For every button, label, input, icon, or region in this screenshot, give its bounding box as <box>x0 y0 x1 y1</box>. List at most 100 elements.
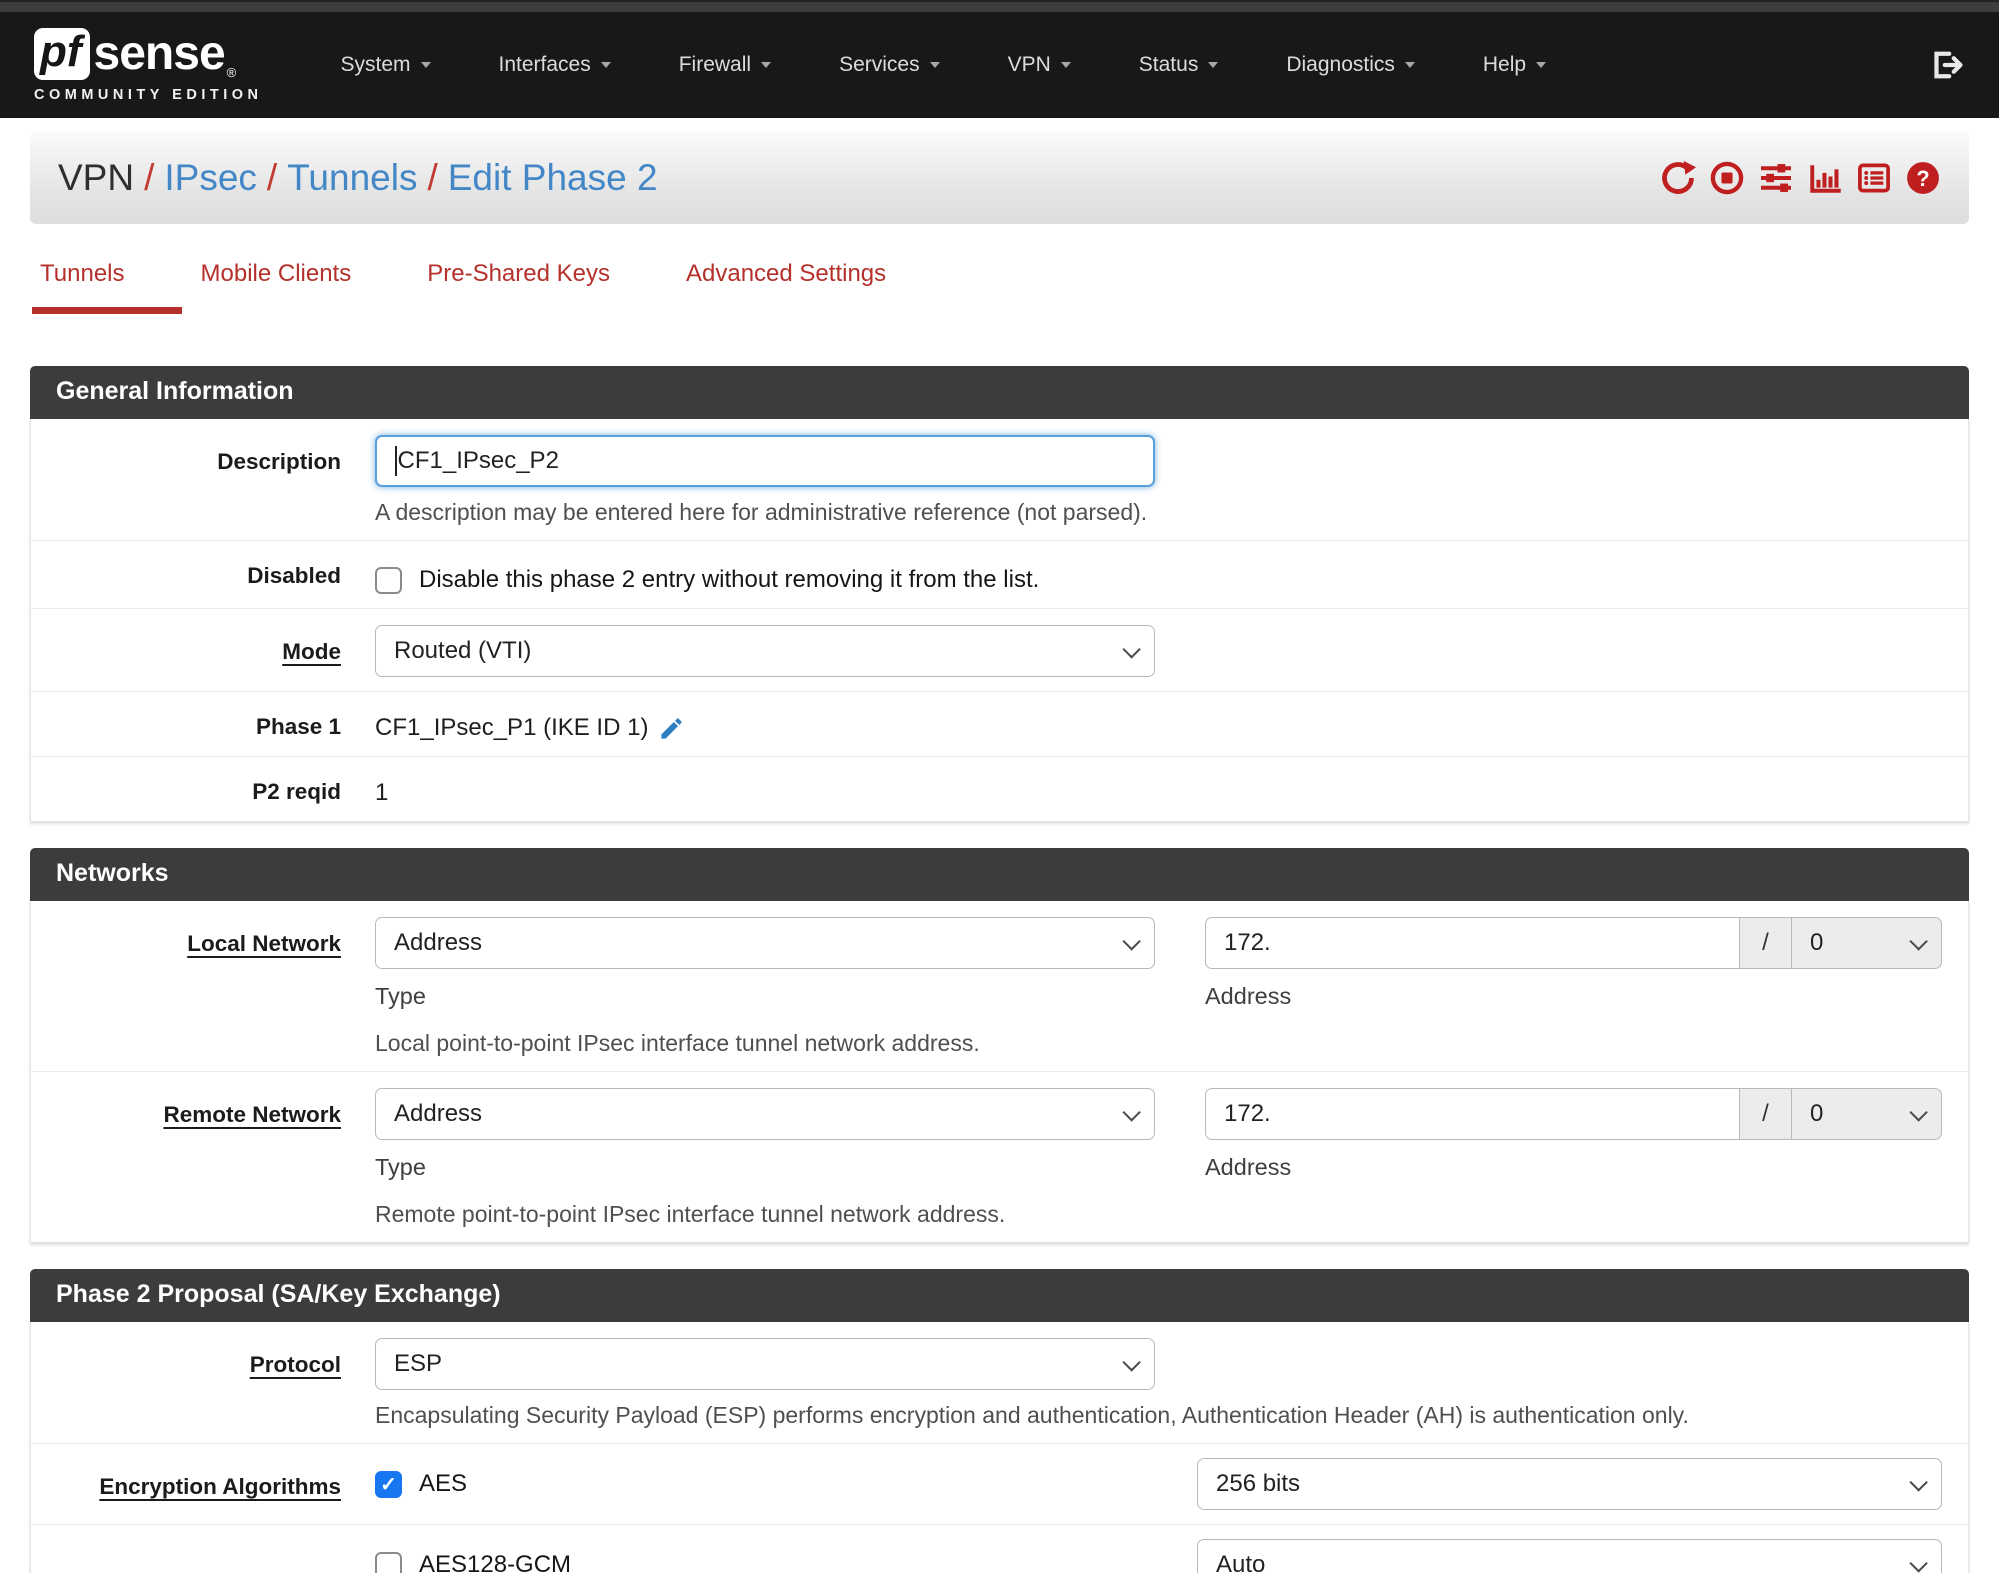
pfsense-logo-sense: sense <box>93 26 226 80</box>
mode-select[interactable]: Routed (VTI) <box>375 625 1155 677</box>
menu-item-diagnostics[interactable]: Diagnostics <box>1286 53 1415 77</box>
pfsense-logo-reg: ® <box>226 64 237 80</box>
disabled-checkbox-label: Disable this phase 2 entry without remov… <box>419 566 1040 593</box>
local-type-caption: Type <box>375 983 426 1009</box>
chevron-down-icon <box>1909 931 1928 951</box>
row-phase1: Phase 1 CF1_IPsec_P1 (IKE ID 1) <box>31 692 1968 757</box>
main-menu: System Interfaces Firewall Services VPN … <box>340 53 1547 77</box>
chevron-down-icon <box>600 62 611 68</box>
breadcrumb-root: VPN <box>58 157 135 198</box>
local-address-caption: Address <box>1205 983 1292 1009</box>
chevron-down-icon <box>1909 1472 1928 1492</box>
aes128gcm-checkbox[interactable] <box>375 1551 402 1573</box>
encryption-algorithms-label: Encryption Algorithms <box>99 1474 341 1499</box>
breadcrumb-bar: VPN / IPsec / Tunnels / Edit Phase 2 ? <box>30 132 1969 224</box>
pfsense-logo-row: pf sense ® <box>34 26 262 80</box>
menu-item-firewall[interactable]: Firewall <box>679 53 772 77</box>
list-icon[interactable] <box>1856 160 1892 196</box>
slash-addon: / <box>1740 917 1792 969</box>
breadcrumb: VPN / IPsec / Tunnels / Edit Phase 2 <box>58 157 658 198</box>
aes-checkbox[interactable] <box>375 1470 402 1498</box>
chevron-down-icon <box>1122 1102 1141 1122</box>
panel-title: General Information <box>30 366 1969 419</box>
row-remote-network: Remote Network Address Type 172. / 0 Add… <box>31 1072 1968 1242</box>
chevron-down-icon <box>929 62 940 68</box>
tab-pre-shared-keys[interactable]: Pre-Shared Keys <box>427 260 610 314</box>
phase1-value: CF1_IPsec_P1 (IKE ID 1) <box>375 714 649 741</box>
chevron-down-icon <box>1122 1352 1141 1372</box>
menu-item-vpn[interactable]: VPN <box>1008 53 1071 77</box>
bar-chart-icon[interactable] <box>1807 160 1843 196</box>
description-help: A description may be entered here for ad… <box>375 499 1148 525</box>
protocol-label: Protocol <box>249 1352 341 1377</box>
remote-mask-select[interactable]: 0 <box>1792 1088 1942 1140</box>
pfsense-logo-edition: COMMUNITY EDITION <box>34 86 263 103</box>
description-label: Description <box>217 449 341 474</box>
row-disabled: Disabled Disable this phase 2 entry with… <box>31 541 1968 609</box>
p2reqid-value: 1 <box>375 779 389 806</box>
pfsense-logo[interactable]: pf sense ® COMMUNITY EDITION <box>34 26 263 103</box>
pencil-icon[interactable] <box>658 715 685 742</box>
remote-network-help: Remote point-to-point IPsec interface tu… <box>375 1201 1006 1227</box>
mode-label: Mode <box>282 639 341 664</box>
chevron-down-icon <box>1909 1553 1928 1573</box>
disabled-checkbox[interactable] <box>375 566 402 594</box>
panel-general-information: General Information Description CF1_IPse… <box>30 366 1969 822</box>
row-protocol: Protocol ESP Encapsulating Security Payl… <box>31 1322 1968 1444</box>
row-encryption-aes128gcm: AES128-GCM Auto <box>31 1525 1968 1573</box>
local-network-label: Local Network <box>187 931 341 956</box>
remote-address-input[interactable]: 172. <box>1205 1088 1740 1140</box>
breadcrumb-link-tunnels[interactable]: Tunnels <box>287 157 417 198</box>
panel-title: Networks <box>30 848 1969 901</box>
refresh-icon[interactable] <box>1660 160 1696 196</box>
protocol-help: Encapsulating Security Payload (ESP) per… <box>375 1402 1689 1428</box>
breadcrumb-link-ipsec[interactable]: IPsec <box>164 157 257 198</box>
tab-tunnels[interactable]: Tunnels <box>32 260 182 314</box>
local-address-input[interactable]: 172. <box>1205 917 1740 969</box>
panel-title: Phase 2 Proposal (SA/Key Exchange) <box>30 1269 1969 1322</box>
text-caret <box>395 446 397 476</box>
disabled-label: Disabled <box>247 563 341 588</box>
svg-text:?: ? <box>1916 166 1929 191</box>
panel-phase2-proposal: Phase 2 Proposal (SA/Key Exchange) Proto… <box>30 1269 1969 1573</box>
row-description: Description CF1_IPsec_P2 A description m… <box>31 419 1968 541</box>
stop-circle-icon[interactable] <box>1709 160 1745 196</box>
sliders-icon[interactable] <box>1758 160 1794 196</box>
menu-item-interfaces[interactable]: Interfaces <box>499 53 611 77</box>
description-input[interactable]: CF1_IPsec_P2 <box>375 435 1155 487</box>
window-top-strip <box>0 0 1999 12</box>
local-network-type-select[interactable]: Address <box>375 917 1155 969</box>
local-network-help: Local point-to-point IPsec interface tun… <box>375 1030 980 1056</box>
remote-network-label: Remote Network <box>163 1102 341 1127</box>
breadcrumb-link-edit-phase2[interactable]: Edit Phase 2 <box>448 157 658 198</box>
remote-network-type-select[interactable]: Address <box>375 1088 1155 1140</box>
tab-mobile-clients[interactable]: Mobile Clients <box>201 260 352 314</box>
sign-out-icon[interactable] <box>1929 47 1965 83</box>
protocol-select[interactable]: ESP <box>375 1338 1155 1390</box>
row-p2reqid: P2 reqid 1 <box>31 757 1968 821</box>
remote-address-caption: Address <box>1205 1154 1292 1180</box>
menu-item-system[interactable]: System <box>340 53 431 77</box>
chevron-down-icon <box>1060 62 1071 68</box>
row-local-network: Local Network Address Type 172. / 0 Addr… <box>31 901 1968 1072</box>
remote-type-caption: Type <box>375 1154 426 1180</box>
pfsense-logo-pf: pf <box>40 26 82 76</box>
local-mask-select[interactable]: 0 <box>1792 917 1942 969</box>
aes128gcm-label: AES128-GCM <box>419 1551 572 1573</box>
menu-item-help[interactable]: Help <box>1483 53 1547 77</box>
row-encryption-aes: Encryption Algorithms AES 256 bits <box>31 1444 1968 1525</box>
aes-label: AES <box>419 1470 468 1497</box>
phase1-label: Phase 1 <box>255 714 341 739</box>
chevron-down-icon <box>761 62 772 68</box>
breadcrumb-icons: ? <box>1660 160 1941 196</box>
menu-item-status[interactable]: Status <box>1139 53 1219 77</box>
menu-item-services[interactable]: Services <box>839 53 940 77</box>
chevron-down-icon <box>1404 62 1415 68</box>
chevron-down-icon <box>420 62 431 68</box>
aes-keylen-select[interactable]: 256 bits <box>1197 1458 1942 1510</box>
chevron-down-icon <box>1208 62 1219 68</box>
help-circle-icon[interactable]: ? <box>1905 160 1941 196</box>
tab-advanced-settings[interactable]: Advanced Settings <box>686 260 886 314</box>
slash-addon: / <box>1740 1088 1792 1140</box>
aes128gcm-keylen-select[interactable]: Auto <box>1197 1539 1942 1573</box>
